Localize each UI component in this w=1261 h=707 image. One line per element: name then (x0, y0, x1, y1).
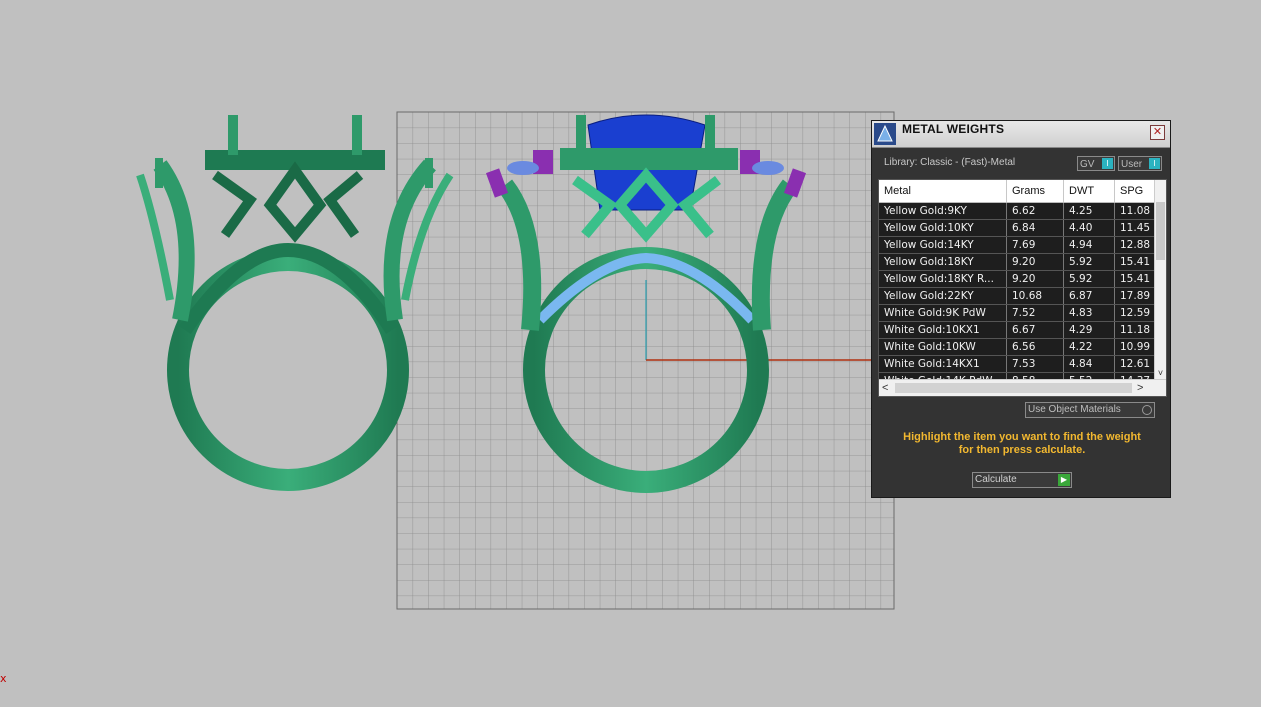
instruction-hint: Highlight the item you want to find the … (882, 431, 1162, 457)
table-row[interactable]: White Gold:10KW 6.56 4.22 10.99 (879, 339, 1155, 356)
user-toggle[interactable]: User I (1118, 156, 1162, 171)
gv-toggle-label: GV (1080, 159, 1095, 170)
calculate-button[interactable]: Calculate ▶ (972, 472, 1072, 488)
table-row[interactable]: Yellow Gold:22KY 10.68 6.87 17.89 (879, 288, 1155, 305)
cell-spg: 12.59 (1115, 305, 1155, 321)
table-body: Yellow Gold:9KY 6.62 4.25 11.08 Yellow Gold:… (879, 203, 1155, 390)
hint-line-2: for then press calculate. (958, 444, 1086, 456)
cell-dwt: 5.92 (1064, 271, 1115, 287)
cone-app-icon (874, 123, 896, 145)
calculate-label: Calculate (975, 474, 1017, 485)
column-header-metal[interactable]: Metal (879, 180, 1007, 202)
cell-grams: 7.53 (1007, 356, 1064, 372)
radio-icon[interactable] (1142, 405, 1152, 415)
vertical-scrollbar[interactable]: ˅ (1154, 180, 1166, 380)
toggle-switch-icon: I (1149, 158, 1160, 169)
cell-dwt: 6.87 (1064, 288, 1115, 304)
cell-metal: White Gold:14KX1 (879, 356, 1007, 372)
cell-metal: Yellow Gold:18KY (879, 254, 1007, 270)
table-row[interactable]: White Gold:9K PdW 7.52 4.83 12.59 (879, 305, 1155, 322)
column-header-grams[interactable]: Grams (1007, 180, 1064, 202)
metal-weights-dialog[interactable]: METAL WEIGHTS ✕ Library: Classic - (Fast… (871, 120, 1171, 498)
play-icon: ▶ (1058, 474, 1070, 486)
cell-spg: 15.41 (1115, 254, 1155, 270)
dialog-title: METAL WEIGHTS (902, 122, 1005, 136)
cell-grams: 9.20 (1007, 254, 1064, 270)
cell-spg: 11.18 (1115, 322, 1155, 338)
cell-dwt: 4.29 (1064, 322, 1115, 338)
cell-grams: 7.52 (1007, 305, 1064, 321)
table-row[interactable]: Yellow Gold:10KY 6.84 4.40 11.45 (879, 220, 1155, 237)
cell-dwt: 4.40 (1064, 220, 1115, 236)
cell-metal: White Gold:9K PdW (879, 305, 1007, 321)
use-object-materials-label: Use Object Materials (1028, 404, 1121, 415)
cell-grams: 10.68 (1007, 288, 1064, 304)
table-row[interactable]: Yellow Gold:14KY 7.69 4.94 12.88 (879, 237, 1155, 254)
scroll-right-icon[interactable]: > (1137, 380, 1143, 396)
cell-metal: White Gold:10KW (879, 339, 1007, 355)
dialog-title-bar[interactable]: METAL WEIGHTS ✕ (872, 121, 1170, 148)
vertical-scroll-thumb[interactable] (1156, 202, 1165, 260)
cell-spg: 12.61 (1115, 356, 1155, 372)
cell-metal: Yellow Gold:22KY (879, 288, 1007, 304)
scroll-left-icon[interactable]: < (882, 380, 888, 396)
metal-weights-table[interactable]: Metal Grams DWT SPG Yellow Gold:9KY 6.62 4… (878, 179, 1167, 397)
close-button[interactable]: ✕ (1150, 125, 1165, 140)
library-label: Library: Classic - (Fast)-Metal (884, 157, 1016, 168)
cell-spg: 12.88 (1115, 237, 1155, 253)
cell-spg: 17.89 (1115, 288, 1155, 304)
cell-dwt: 4.22 (1064, 339, 1115, 355)
axis-x-label: x (0, 672, 7, 685)
table-row[interactable]: White Gold:14KX1 7.53 4.84 12.61 (879, 356, 1155, 373)
cell-spg: 15.41 (1115, 271, 1155, 287)
cell-dwt: 4.25 (1064, 203, 1115, 219)
cell-grams: 6.62 (1007, 203, 1064, 219)
cell-grams: 9.20 (1007, 271, 1064, 287)
cell-metal: Yellow Gold:9KY (879, 203, 1007, 219)
cell-grams: 6.56 (1007, 339, 1064, 355)
horizontal-scroll-thumb[interactable] (895, 383, 1132, 393)
cell-grams: 6.84 (1007, 220, 1064, 236)
cell-metal: White Gold:10KX1 (879, 322, 1007, 338)
cell-spg: 11.08 (1115, 203, 1155, 219)
use-object-materials-option[interactable]: Use Object Materials (1025, 402, 1155, 418)
table-header: Metal Grams DWT SPG (879, 180, 1166, 203)
cell-dwt: 4.83 (1064, 305, 1115, 321)
gv-toggle[interactable]: GV I (1077, 156, 1115, 171)
cell-metal: Yellow Gold:10KY (879, 220, 1007, 236)
user-toggle-label: User (1121, 159, 1143, 170)
table-row[interactable]: Yellow Gold:9KY 6.62 4.25 11.08 (879, 203, 1155, 220)
cell-spg: 11.45 (1115, 220, 1155, 236)
table-row[interactable]: Yellow Gold:18KY R... 9.20 5.92 15.41 (879, 271, 1155, 288)
cell-metal: Yellow Gold:14KY (879, 237, 1007, 253)
cell-dwt: 4.94 (1064, 237, 1115, 253)
hint-line-1: Highlight the item you want to find the … (903, 431, 1141, 443)
cell-grams: 6.67 (1007, 322, 1064, 338)
cell-metal: Yellow Gold:18KY R... (879, 271, 1007, 287)
cell-dwt: 4.84 (1064, 356, 1115, 372)
column-header-dwt[interactable]: DWT (1064, 180, 1115, 202)
cell-grams: 7.69 (1007, 237, 1064, 253)
column-header-spg[interactable]: SPG (1115, 180, 1155, 202)
table-row[interactable]: White Gold:10KX1 6.67 4.29 11.18 (879, 322, 1155, 339)
cell-dwt: 5.92 (1064, 254, 1115, 270)
scroll-down-icon[interactable]: ˅ (1155, 368, 1166, 378)
table-row[interactable]: Yellow Gold:18KY 9.20 5.92 15.41 (879, 254, 1155, 271)
cell-spg: 10.99 (1115, 339, 1155, 355)
horizontal-scrollbar[interactable]: < > (879, 379, 1166, 396)
toggle-switch-icon: I (1102, 158, 1113, 169)
